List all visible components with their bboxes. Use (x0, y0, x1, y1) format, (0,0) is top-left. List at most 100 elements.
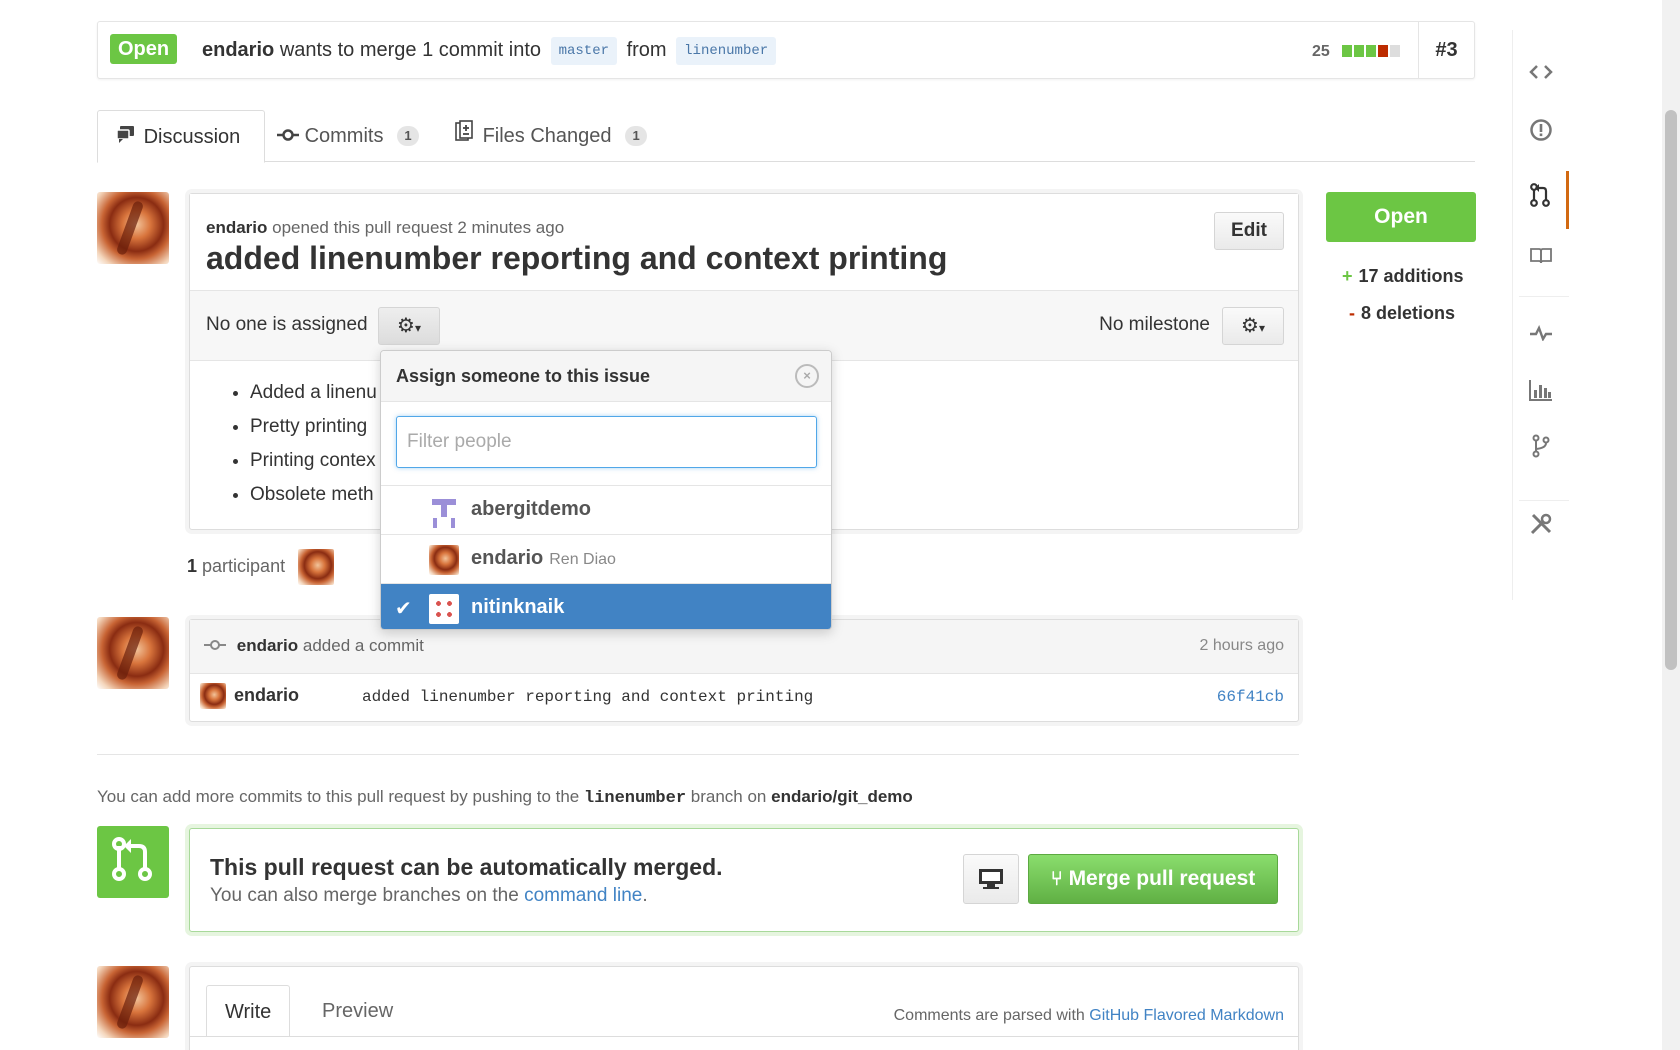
participant-label: participant (202, 556, 286, 576)
markdown-note-prefix: Comments are parsed with (893, 1007, 1085, 1024)
scrollbar[interactable] (1662, 0, 1680, 1050)
list-item[interactable]: endario Ren Diao (381, 535, 831, 584)
merge-summary: endario wants to merge 1 commit into mas… (202, 22, 780, 78)
command-line-link[interactable]: command line (524, 885, 642, 906)
commit-event-author[interactable]: endario (237, 636, 298, 655)
tab-commits-label: Commits (304, 125, 384, 147)
page-title: added linenumber reporting and context p… (206, 240, 948, 276)
person-login: endario Ren Diao (471, 547, 616, 569)
merge-box: This pull request can be automatically m… (189, 828, 1299, 932)
close-icon[interactable]: × (795, 364, 819, 388)
list-item[interactable]: ✔ nitinknaik (381, 584, 831, 629)
person-login: abergitdemo (471, 498, 592, 520)
avatar[interactable] (200, 683, 226, 709)
diffstat[interactable]: 25 (1312, 42, 1402, 62)
assignee-gear-button[interactable]: ⚙▾ (378, 307, 440, 345)
minus-icon: - (1349, 303, 1355, 323)
list-item[interactable]: abergitdemo (381, 486, 831, 535)
comment-form: Write Preview Comments are parsed with G… (189, 966, 1299, 1050)
tab-files-label: Files Changed (482, 125, 612, 147)
pr-header: Open endario wants to merge 1 commit int… (97, 21, 1475, 79)
avatar (429, 496, 459, 526)
commit-sha[interactable]: 66f41cb (1217, 688, 1284, 706)
comment-discussion-icon (116, 111, 138, 163)
merge-text-1: wants to merge 1 commit into (279, 39, 542, 61)
list-item: Pretty printing (250, 410, 377, 444)
push-note: You can add more commits to this pull re… (97, 787, 913, 808)
caret-down-icon: ▾ (414, 321, 421, 335)
body-list: Added a linenu Pretty printing Printing … (250, 376, 377, 512)
push-note-repo[interactable]: endario/git_demo (771, 787, 913, 806)
pr-author[interactable]: endario (202, 39, 274, 61)
scrollbar-thumb[interactable] (1665, 110, 1677, 670)
list-item: Obsolete meth (250, 478, 377, 512)
merge-status-icon (97, 826, 169, 898)
avatar[interactable] (97, 617, 169, 689)
push-note-prefix: You can add more commits to this pull re… (97, 787, 580, 806)
comment-tabs-divider (190, 1036, 1298, 1037)
markdown-link[interactable]: GitHub Flavored Markdown (1089, 1007, 1284, 1024)
discussion-header: endario opened this pull request 2 minut… (190, 194, 1298, 291)
opened-text: opened this pull request 2 minutes ago (272, 218, 565, 237)
participant-avatar[interactable] (298, 549, 335, 586)
merge-sub-suffix: . (642, 885, 648, 906)
list-item: Added a linenu (250, 376, 377, 410)
avatar[interactable] (97, 966, 169, 1038)
participants: 1 participant (187, 548, 335, 586)
wiki-icon[interactable] (1513, 229, 1569, 287)
tab-write[interactable]: Write (206, 985, 291, 1037)
avatar (429, 545, 459, 575)
divider (97, 754, 1299, 755)
milestone-gear-button[interactable]: ⚙▾ (1222, 307, 1284, 345)
dropdown-header: Assign someone to this issue × (381, 351, 831, 402)
code-icon[interactable] (1513, 44, 1569, 102)
gear-icon: ⚙ (397, 315, 415, 337)
commits-counter: 1 (397, 126, 420, 146)
pr-tabs: Discussion Commits 1 Files Changed 1 (97, 110, 1475, 163)
merge-text-2: from (626, 39, 667, 61)
issue-icon[interactable] (1513, 106, 1569, 164)
milestone-text: No milestone (1099, 314, 1210, 335)
assignee-dropdown: Assign someone to this issue × abergitde… (380, 350, 832, 630)
tab-commits[interactable]: Commits 1 (277, 110, 420, 162)
tab-preview[interactable]: Preview (304, 985, 411, 1037)
open-in-desktop-button[interactable] (963, 854, 1019, 904)
head-branch: linenumber (676, 36, 777, 65)
additions-stat: +17 additions (1342, 266, 1464, 287)
merge-title: This pull request can be automatically m… (210, 854, 723, 880)
edit-button[interactable]: Edit (1214, 212, 1284, 250)
filter-people-input[interactable] (396, 416, 817, 468)
tab-discussion-label: Discussion (143, 126, 241, 148)
pulse-icon[interactable] (1513, 305, 1569, 363)
person-full-name: Ren Diao (549, 551, 616, 568)
tab-files-changed[interactable]: Files Changed 1 (455, 110, 648, 162)
commit-event-action: added a commit (302, 636, 424, 655)
files-counter: 1 (625, 126, 648, 146)
git-commit-icon (277, 110, 299, 162)
commit-message[interactable]: added linenumber reporting and context p… (362, 688, 813, 706)
graph-icon[interactable] (1513, 365, 1569, 423)
list-item: Printing contex (250, 444, 377, 478)
merge-pull-request-button[interactable]: ⑂ Merge pull request (1028, 854, 1278, 904)
pull-request-icon (112, 837, 152, 881)
commit-row: endario added linenumber reporting and c… (190, 674, 1298, 722)
settings-icon[interactable] (1513, 500, 1569, 558)
avatar[interactable] (97, 192, 169, 264)
dropdown-filter (381, 402, 831, 486)
caret-down-icon: ▾ (1258, 321, 1265, 335)
merge-sub-prefix: You can also merge branches on the (210, 885, 519, 906)
discussion-author[interactable]: endario (206, 218, 267, 237)
diff-icon (455, 110, 477, 162)
check-icon: ✔ (395, 598, 412, 620)
network-icon[interactable] (1513, 422, 1569, 480)
discussion-meta: endario opened this pull request 2 minut… (206, 218, 564, 238)
git-commit-icon (204, 636, 231, 655)
tab-discussion[interactable]: Discussion (97, 110, 265, 163)
pr-number: #3 (1418, 22, 1474, 78)
sidebar-state-badge: Open (1326, 192, 1476, 242)
commit-author[interactable]: endario (234, 685, 299, 705)
deletions-label: 8 deletions (1361, 303, 1456, 323)
gear-icon: ⚙ (1241, 315, 1259, 337)
commit-event: endario added a commit 2 hours ago endar… (189, 619, 1299, 722)
pull-request-icon[interactable] (1513, 171, 1569, 229)
